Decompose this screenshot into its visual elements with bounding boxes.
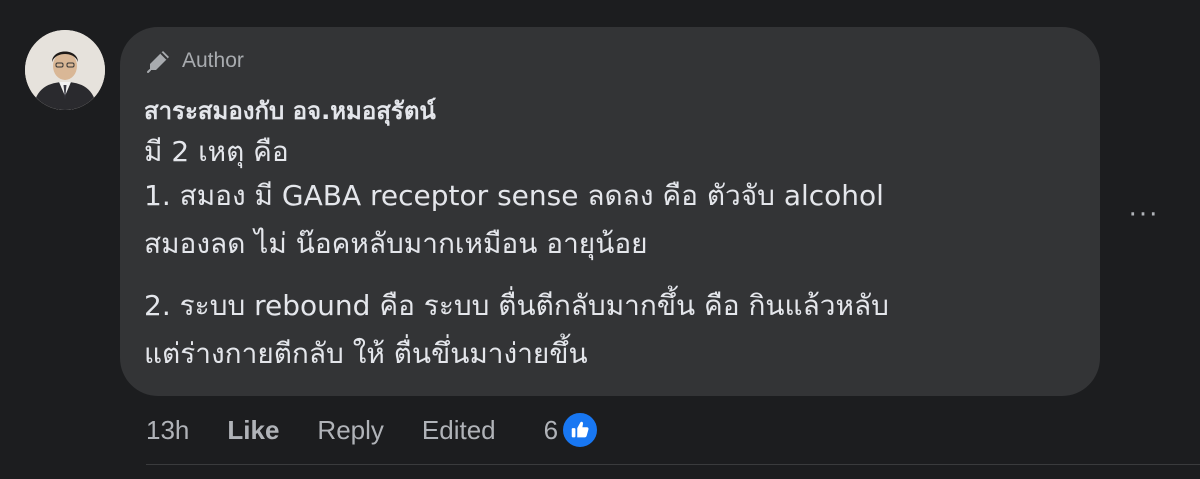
comment-text-line: 1. สมอง มี GABA receptor sense ลดลง คือ … bbox=[144, 179, 884, 212]
more-options-icon[interactable]: ··· bbox=[1124, 197, 1164, 233]
edited-indicator[interactable]: Edited bbox=[422, 415, 496, 446]
comment-text-line: แต่ร่างกายตีกลับ ให้ ตื่นขึ่นมาง่ายขึ้น bbox=[144, 337, 588, 370]
author-badge: Author bbox=[146, 47, 244, 75]
reply-button[interactable]: Reply bbox=[317, 415, 383, 446]
comment-text-line: สมองลด ไม่ น๊อคหลับมากเหมือน อายุน้อย bbox=[144, 227, 648, 260]
thumbs-up-icon bbox=[560, 410, 601, 450]
comment-root: Author สาระสมองกับ อจ.หมอสุรัตน์ มี 2 เห… bbox=[0, 0, 1200, 479]
comment-actions: 13h Like Reply Edited 6 bbox=[146, 410, 601, 450]
reaction-count: 6 bbox=[543, 414, 559, 445]
like-button[interactable]: Like bbox=[227, 415, 279, 446]
comment-timestamp[interactable]: 13h bbox=[146, 415, 189, 446]
divider bbox=[146, 464, 1200, 465]
author-badge-label: Author bbox=[182, 49, 244, 72]
comment-bubble: Author สาระสมองกับ อจ.หมอสุรัตน์ มี 2 เห… bbox=[120, 27, 1100, 396]
avatar-image bbox=[25, 30, 105, 110]
pen-icon bbox=[147, 51, 169, 73]
comment-text-line: 2. ระบบ rebound คือ ระบบ ตื่นตีกลับมากขึ… bbox=[144, 289, 889, 322]
reaction-summary[interactable]: 6 bbox=[543, 410, 601, 450]
comment-text-line: มี 2 เหตุ คือ bbox=[144, 135, 289, 168]
avatar[interactable] bbox=[25, 30, 105, 110]
comment-author-name[interactable]: สาระสมองกับ อจ.หมอสุรัตน์ bbox=[144, 91, 436, 130]
